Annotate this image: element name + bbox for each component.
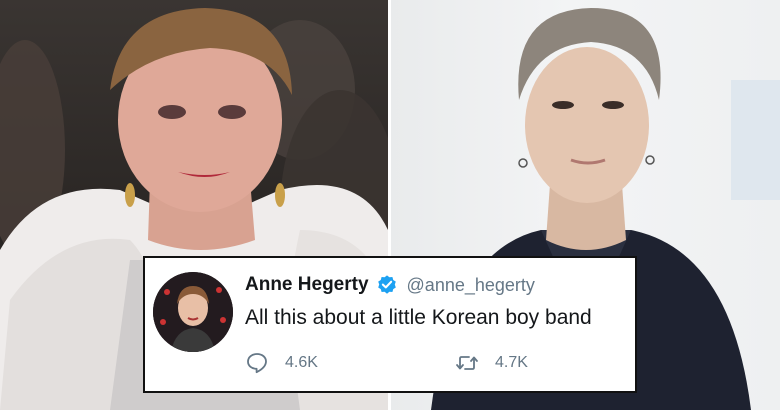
retweet-count: 4.7K (495, 354, 528, 371)
retweet-button[interactable]: 4.7K (455, 350, 528, 376)
reply-button[interactable]: 4.6K (245, 350, 318, 376)
verified-badge-icon (377, 275, 396, 294)
tweet-card: Anne Hegerty @anne_hegerty All this abou… (143, 256, 637, 393)
display-name[interactable]: Anne Hegerty (245, 274, 369, 296)
tweet-header: Anne Hegerty @anne_hegerty (245, 271, 535, 299)
avatar-portrait-icon (153, 272, 233, 352)
reply-icon (247, 353, 267, 374)
avatar[interactable] (153, 272, 233, 352)
tweet-text: All this about a little Korean boy band (245, 306, 592, 329)
reply-count: 4.6K (285, 354, 318, 371)
handle[interactable]: @anne_hegerty (407, 275, 535, 296)
retweet-icon (456, 356, 478, 370)
